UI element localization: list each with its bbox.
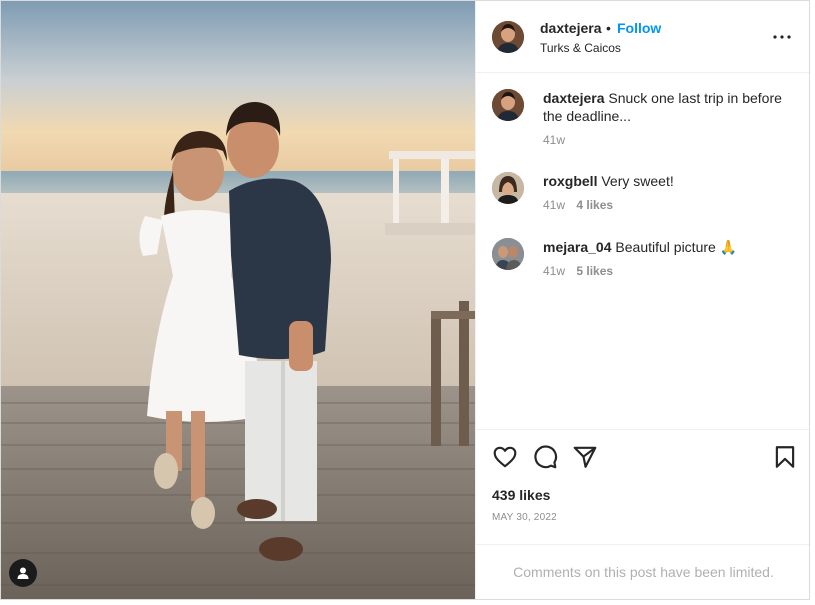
comment-icon [534, 445, 558, 469]
comment-username[interactable]: daxtejera [543, 90, 604, 106]
save-button[interactable] [772, 444, 798, 470]
avatar-image [492, 172, 524, 204]
comment-avatar[interactable] [492, 238, 524, 270]
author-username[interactable]: daxtejera [540, 20, 601, 36]
comments-list: daxtejera Snuck one last trip in before … [476, 74, 809, 429]
comment-text: daxtejera Snuck one last trip in before … [543, 89, 793, 125]
comment-age[interactable]: 41w [543, 264, 565, 278]
separator-dot: • [606, 20, 611, 36]
post-header: daxtejera • Follow Turks & Caicos [476, 1, 809, 73]
post-actions: 439 likes MAY 30, 2022 [476, 429, 809, 544]
comment-meta: 41w 5 likes [543, 264, 613, 278]
comment-meta: 41w 4 likes [543, 198, 613, 212]
location-link[interactable]: Turks & Caicos [540, 41, 621, 55]
comment-likes[interactable]: 4 likes [576, 198, 613, 212]
user-tag-icon [17, 567, 29, 579]
comment-body: Beautiful picture 🙏 [615, 239, 738, 255]
beach-couple-image [1, 1, 475, 599]
more-horizontal-icon [773, 35, 791, 39]
avatar-image [492, 89, 524, 121]
comment-meta: 41w [543, 133, 565, 147]
share-button[interactable] [572, 444, 598, 470]
comments-limited-text: Comments on this post have been limited. [513, 564, 774, 580]
comment-avatar[interactable] [492, 89, 524, 121]
more-options-button[interactable] [770, 25, 794, 49]
user-tag-button[interactable] [9, 559, 37, 587]
post-side-panel: daxtejera • Follow Turks & Caicos daxtej… [475, 1, 809, 599]
avatar-image [492, 238, 524, 270]
comment-avatar[interactable] [492, 172, 524, 204]
comment-likes[interactable]: 5 likes [576, 264, 613, 278]
comment-text: mejara_04 Beautiful picture 🙏 [543, 238, 793, 256]
comment-username[interactable]: mejara_04 [543, 239, 612, 255]
post-date[interactable]: MAY 30, 2022 [492, 512, 557, 523]
comment-body: Very sweet! [601, 173, 674, 189]
comment-username[interactable]: roxgbell [543, 173, 597, 189]
author-avatar[interactable] [492, 21, 524, 53]
bookmark-icon [775, 446, 795, 468]
send-icon [573, 446, 597, 468]
comments-limited-notice: Comments on this post have been limited. [476, 544, 809, 599]
like-button[interactable] [492, 444, 518, 470]
avatar-image [492, 21, 524, 53]
comment-text: roxgbell Very sweet! [543, 172, 793, 190]
post-dialog: daxtejera • Follow Turks & Caicos daxtej… [0, 0, 810, 600]
comment-age[interactable]: 41w [543, 198, 565, 212]
likes-count[interactable]: 439 likes [492, 487, 550, 503]
comment-button[interactable] [532, 444, 558, 470]
heart-icon [493, 446, 517, 468]
comment-age[interactable]: 41w [543, 133, 565, 147]
follow-button[interactable]: Follow [617, 20, 661, 36]
post-photo[interactable] [1, 1, 475, 599]
